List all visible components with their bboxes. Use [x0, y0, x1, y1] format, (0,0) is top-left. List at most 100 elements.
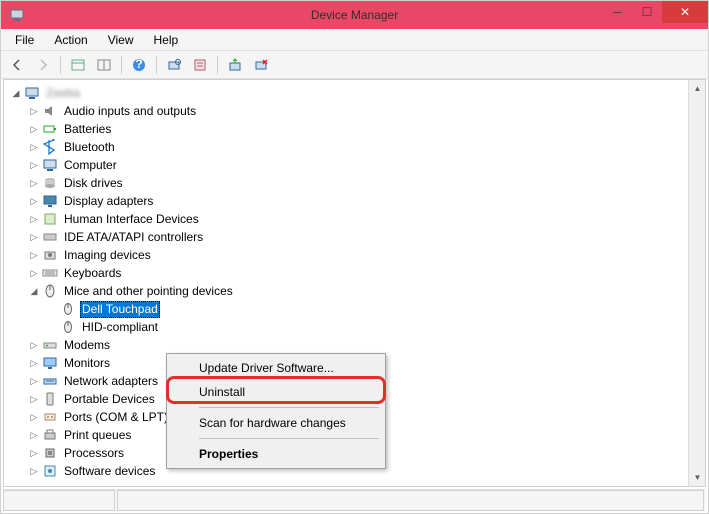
node-label: Processors [62, 444, 126, 462]
context-menu-item-uninstall[interactable]: Uninstall [169, 380, 383, 404]
expander-icon[interactable]: ▷ [28, 447, 40, 459]
node-label: Audio inputs and outputs [62, 102, 198, 120]
uninstall-device-button[interactable] [249, 54, 273, 76]
tree-node-display[interactable]: ▷ Display adapters [4, 192, 705, 210]
tree-node-imaging[interactable]: ▷ Imaging devices [4, 246, 705, 264]
close-button[interactable]: ✕ [662, 1, 708, 23]
forward-button[interactable] [31, 54, 55, 76]
node-label: Display adapters [62, 192, 155, 210]
imaging-icon [42, 247, 58, 263]
window-controls: ─ ☐ ✕ [602, 1, 708, 23]
vertical-scrollbar[interactable]: ▲ ▼ [688, 80, 705, 486]
expander-icon[interactable]: ▷ [28, 195, 40, 207]
node-label: Bluetooth [62, 138, 117, 156]
tree-node-sound[interactable]: ▷ Sound, video and game controllers [4, 480, 705, 484]
tree-node-computer[interactable]: ▷ Computer [4, 156, 705, 174]
expander-icon[interactable]: ▷ [28, 465, 40, 477]
node-label: Sound, video and game controllers [62, 480, 251, 484]
context-menu-item-update-driver-software-[interactable]: Update Driver Software... [169, 356, 383, 380]
properties-pane-button[interactable] [92, 54, 116, 76]
node-label: Monitors [62, 354, 112, 372]
content-area: ◢ Zeeba ▷ Audio inputs and outputs ▷ Bat… [3, 79, 706, 487]
mouse-dev-icon [60, 301, 76, 317]
tree-leaf-dell-touchpad[interactable]: ▷ Dell Touchpad [4, 300, 705, 318]
help-button[interactable]: ? [127, 54, 151, 76]
node-label: Print queues [62, 426, 133, 444]
toolbar: ? [1, 51, 708, 79]
statusbar [3, 489, 706, 511]
menu-action[interactable]: Action [46, 31, 95, 49]
node-label: Keyboards [62, 264, 123, 282]
expander-icon[interactable]: ▷ [28, 339, 40, 351]
expander-icon[interactable]: ▷ [28, 411, 40, 423]
toolbar-separator [60, 56, 61, 74]
ide-icon [42, 229, 58, 245]
expander-icon[interactable]: ▷ [28, 105, 40, 117]
tree-node-battery[interactable]: ▷ Batteries [4, 120, 705, 138]
node-label: Mice and other pointing devices [62, 282, 235, 300]
context-menu-item-properties[interactable]: Properties [169, 442, 383, 466]
expander-icon[interactable]: ◢ [28, 285, 40, 297]
expander-icon[interactable]: ▷ [28, 123, 40, 135]
minimize-button[interactable]: ─ [602, 1, 632, 23]
node-label: IDE ATA/ATAPI controllers [62, 228, 205, 246]
tree-node-bluetooth[interactable]: ▷ Bluetooth [4, 138, 705, 156]
scan-hardware-button[interactable] [162, 54, 186, 76]
battery-icon [42, 121, 58, 137]
tree-leaf-hid-compliant[interactable]: ▷ HID-compliant [4, 318, 705, 336]
status-panel-1 [3, 490, 115, 511]
tree-node-audio[interactable]: ▷ Audio inputs and outputs [4, 102, 705, 120]
node-label: Batteries [62, 120, 113, 138]
context-menu-item-scan-for-hardware-changes[interactable]: Scan for hardware changes [169, 411, 383, 435]
tree-node-mouse[interactable]: ◢ Mice and other pointing devices [4, 282, 705, 300]
display-icon [42, 193, 58, 209]
menu-help[interactable]: Help [146, 31, 187, 49]
expander-icon[interactable]: ▷ [28, 159, 40, 171]
expander-icon[interactable]: ▷ [28, 231, 40, 243]
expander-icon[interactable]: ◢ [10, 87, 22, 99]
expander-icon[interactable]: ▷ [28, 213, 40, 225]
update-driver-button[interactable] [223, 54, 247, 76]
expander-icon[interactable]: ▷ [28, 429, 40, 441]
expander-icon[interactable]: ▷ [28, 141, 40, 153]
tree-node-disk[interactable]: ▷ Disk drives [4, 174, 705, 192]
device-manager-window: Device Manager ─ ☐ ✕ File Action View He… [0, 0, 709, 514]
mouse-dev-icon [60, 319, 76, 335]
expander-icon[interactable]: ▷ [28, 267, 40, 279]
network-icon [42, 373, 58, 389]
node-label: Software devices [62, 462, 157, 480]
disk-icon [42, 175, 58, 191]
tree-node-keyboard[interactable]: ▷ Keyboards [4, 264, 705, 282]
menu-file[interactable]: File [7, 31, 42, 49]
back-button[interactable] [5, 54, 29, 76]
expander-icon[interactable]: ▷ [28, 483, 40, 484]
expander-icon[interactable]: ▷ [28, 249, 40, 261]
node-label: Imaging devices [62, 246, 153, 264]
scroll-up-arrow[interactable]: ▲ [689, 80, 706, 97]
properties-button[interactable] [188, 54, 212, 76]
context-menu: Update Driver Software...Uninstall Scan f… [166, 353, 386, 469]
expander-icon[interactable]: ▷ [28, 393, 40, 405]
tree-node-modem[interactable]: ▷ Modems [4, 336, 705, 354]
show-hidden-button[interactable] [66, 54, 90, 76]
hid-icon [42, 211, 58, 227]
node-label: Portable Devices [62, 390, 157, 408]
node-label: Ports (COM & LPT) [62, 408, 170, 426]
maximize-button[interactable]: ☐ [632, 1, 662, 23]
node-label: HID-compliant [80, 318, 160, 336]
tree-root[interactable]: ◢ Zeeba [4, 84, 705, 102]
titlebar[interactable]: Device Manager ─ ☐ ✕ [1, 1, 708, 29]
expander-icon[interactable]: ▷ [28, 357, 40, 369]
expander-icon[interactable]: ▷ [28, 177, 40, 189]
tree-node-ide[interactable]: ▷ IDE ATA/ATAPI controllers [4, 228, 705, 246]
context-menu-separator [199, 407, 379, 408]
keyboard-icon [42, 265, 58, 281]
scroll-down-arrow[interactable]: ▼ [689, 469, 706, 486]
modem-icon [42, 337, 58, 353]
menu-view[interactable]: View [100, 31, 142, 49]
computer-icon [24, 85, 40, 101]
tree-node-hid[interactable]: ▷ Human Interface Devices [4, 210, 705, 228]
app-icon [9, 7, 25, 23]
expander-icon[interactable]: ▷ [28, 375, 40, 387]
sound-icon [42, 481, 58, 484]
